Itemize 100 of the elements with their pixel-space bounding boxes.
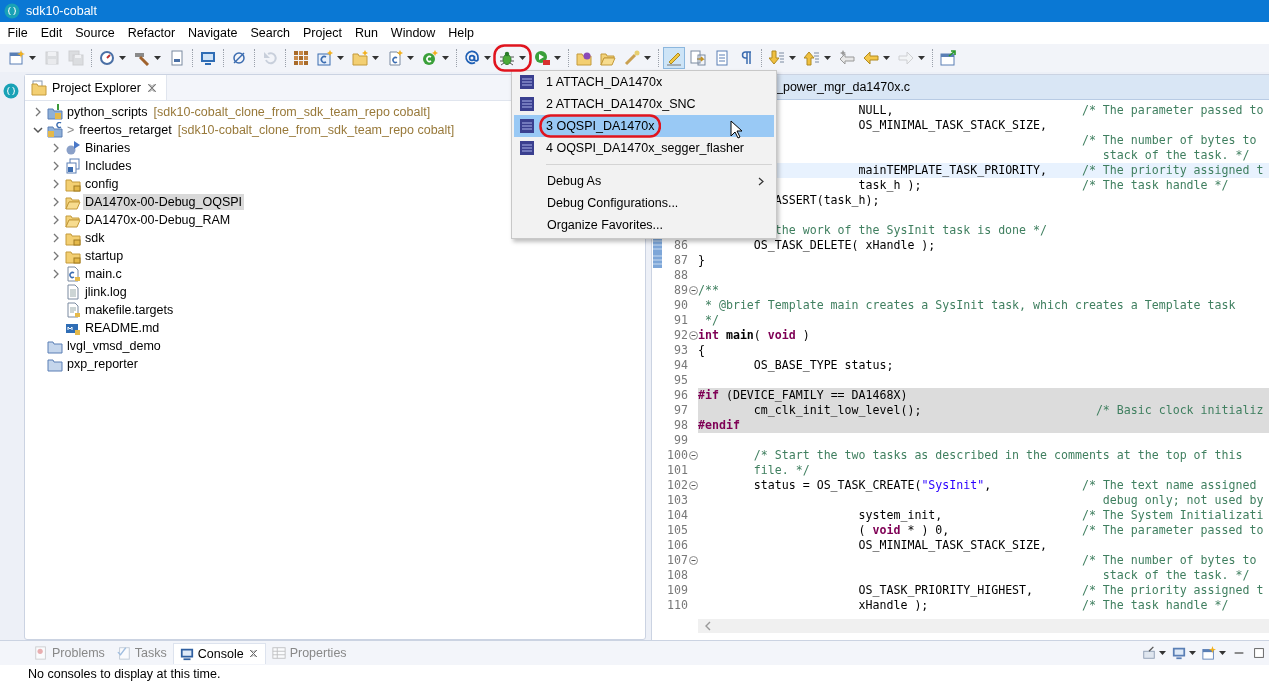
tree-item[interactable]: freertos_retarget — [77, 122, 174, 138]
monitor-icon — [1172, 646, 1186, 660]
caret-icon — [1219, 651, 1226, 655]
menu-item[interactable]: Source — [68, 26, 122, 40]
chevron-icon[interactable] — [33, 125, 43, 135]
tree-item[interactable]: DA1470x-00-Debug_OQSPI — [83, 194, 245, 210]
code-line: stack of the task. */ — [1102, 148, 1250, 162]
chevron-icon[interactable] — [51, 269, 61, 279]
tree-item[interactable]: README.md — [83, 320, 162, 336]
console-icon — [179, 646, 194, 661]
menu-item[interactable]: Search — [243, 26, 297, 40]
curved-arrow-icon — [262, 50, 278, 66]
line-number: 89 — [673, 283, 688, 298]
collapse-icon[interactable] — [688, 286, 698, 295]
code-line: int main( void ) — [698, 328, 810, 342]
chevron-icon[interactable] — [51, 197, 61, 207]
view-tab[interactable]: Project Explorer — [25, 75, 167, 100]
scroll-left-icon — [704, 621, 712, 631]
toolbar-button[interactable] — [1199, 646, 1229, 660]
problems-icon — [34, 646, 48, 660]
left-arrow-icon — [839, 50, 855, 66]
repository-label: [sdk10-cobalt_clone_from_sdk_team_repo cobalt] — [153, 105, 431, 119]
tasks-icon — [116, 646, 131, 660]
new-window-icon — [9, 50, 25, 66]
right-arrow-icon — [898, 50, 914, 66]
grid-icon — [293, 50, 309, 66]
collapse-icon[interactable] — [688, 331, 698, 340]
console-message: No consoles to display at this time. — [27, 666, 222, 681]
menu-item[interactable]: Project — [296, 26, 349, 40]
menu-item[interactable]: Refactor — [121, 26, 182, 40]
chevron-icon[interactable] — [33, 107, 43, 117]
repository-label: [sdk10-cobalt_clone_from_sdk_team_repo cobalt] — [177, 123, 455, 137]
code-line: NULL, /* The parameter passed to — [858, 103, 1264, 117]
code-line: } — [698, 253, 705, 267]
line-number: 86 — [673, 238, 688, 253]
tree-item[interactable]: sdk — [83, 230, 107, 246]
tree-item[interactable]: python_scripts — [65, 104, 150, 120]
tree-item[interactable]: main.c — [83, 266, 124, 282]
caret-icon — [1159, 651, 1166, 655]
menu-item[interactable]: Debug As — [514, 170, 774, 192]
folder-icon — [31, 79, 47, 96]
menu-item[interactable]: Organize Favorites... — [514, 214, 774, 236]
line-number: 94 — [673, 358, 688, 373]
code-line: OS_BASE_TYPE status; — [753, 358, 894, 372]
folder-icon — [65, 212, 81, 228]
tree-item[interactable]: startup — [83, 248, 126, 264]
tree-item[interactable]: jlink.log — [83, 284, 129, 300]
menu-item[interactable]: Window — [384, 26, 442, 40]
tree-item[interactable]: lvgl_vmsd_demo — [65, 338, 163, 354]
horizontal-scrollbar[interactable] — [698, 619, 1269, 633]
tree-item[interactable]: config — [83, 176, 121, 192]
menu-item[interactable]: File — [1, 26, 35, 40]
folder-icon — [576, 50, 592, 66]
text-block-icon — [714, 50, 730, 66]
line-number: 96 — [673, 388, 688, 403]
tree-item[interactable]: DA1470x-00-Debug_RAM — [83, 212, 233, 228]
menu-item[interactable]: Help — [441, 26, 481, 40]
collapse-icon[interactable] — [688, 451, 698, 460]
window-title: sdk10-cobalt — [26, 4, 97, 18]
c-file-icon — [65, 266, 81, 282]
menu-item[interactable]: 4 OQSPI_DA1470x_segger_flasher — [514, 137, 774, 159]
chevron-icon[interactable] — [51, 233, 61, 243]
code-line: stack of the task. */ — [1102, 568, 1250, 582]
code-line: ASSERT(task_h); — [774, 193, 880, 207]
line-number: 91 — [673, 313, 688, 328]
menu-item[interactable]: 1 ATTACH_DA1470x — [514, 71, 774, 93]
chevron-icon[interactable] — [51, 161, 61, 171]
launch-config-icon — [519, 140, 535, 156]
bug-icon — [499, 50, 515, 66]
tree-item[interactable]: Binaries — [83, 140, 133, 156]
menu-item[interactable]: Edit — [34, 26, 69, 40]
new-project-icon — [317, 50, 333, 66]
line-number: 102 — [666, 478, 688, 493]
tree-item[interactable]: Includes — [83, 158, 134, 174]
includes-icon — [65, 158, 81, 174]
code-line: * @brief Template main creates a SysInit task, which creates a Template task — [705, 298, 1236, 312]
line-number: 97 — [673, 403, 688, 418]
chevron-icon[interactable] — [51, 143, 61, 153]
menu-item[interactable]: 2 ATTACH_DA1470x_SNC — [514, 93, 774, 115]
menu-item[interactable]: Navigate — [181, 26, 244, 40]
down-arrow-icon — [769, 50, 785, 66]
tree-item[interactable]: makefile.targets — [83, 302, 176, 318]
marker-pen-icon — [666, 50, 682, 66]
view-tab[interactable]: Console — [172, 642, 266, 664]
tree-item[interactable]: pxp_reporter — [65, 356, 140, 372]
menu-item[interactable]: Run — [348, 26, 385, 40]
pin-icon — [1142, 646, 1156, 660]
project-icon — [47, 104, 63, 120]
toolbar-button[interactable] — [937, 47, 959, 69]
chevron-icon[interactable] — [51, 215, 61, 225]
maximize-icon — [1252, 646, 1266, 660]
code-line: xHandle ); /* The task handle */ — [858, 598, 1229, 612]
code-line: /** — [698, 283, 719, 297]
code-line: file. */ — [753, 463, 810, 477]
menu-item[interactable]: Debug Configurations... — [514, 192, 774, 214]
chevron-icon[interactable] — [51, 251, 61, 261]
chevron-icon[interactable] — [51, 179, 61, 189]
line-number: 87 — [673, 253, 688, 268]
collapse-icon[interactable] — [688, 481, 698, 490]
collapse-icon[interactable] — [688, 556, 698, 565]
